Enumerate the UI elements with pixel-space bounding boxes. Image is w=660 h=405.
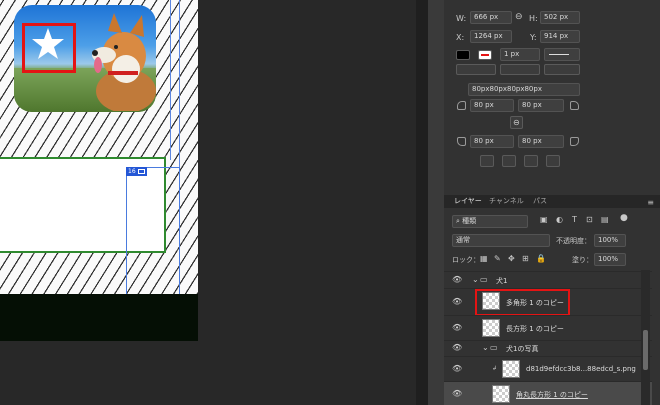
chevron-down-icon[interactable]: ⌄ <box>482 343 489 352</box>
path-op-intersect-icon[interactable] <box>524 155 538 167</box>
link-icon <box>137 169 145 174</box>
width-field[interactable]: 666 px <box>470 11 512 24</box>
opacity-field[interactable]: 100% <box>594 234 626 247</box>
stroke-swatch[interactable] <box>478 50 492 60</box>
layers-panel-tabs: レイヤー チャンネル パス ≡ <box>444 195 660 208</box>
tab-paths[interactable]: パス <box>533 195 547 208</box>
filter-toggle-icon[interactable]: ● <box>620 213 628 223</box>
height-field[interactable]: 502 px <box>540 11 580 24</box>
w-label: W: <box>456 14 467 23</box>
layer-name: 犬1の写真 <box>506 345 539 353</box>
layer-name: d81d9efdcc3b8...88edcd_s.png <box>526 365 636 373</box>
canvas-area[interactable]: 16 <box>0 0 415 405</box>
selection-label: 16 <box>126 167 147 176</box>
corner-top-left-icon <box>457 101 466 110</box>
visibility-eye-icon[interactable]: 👁 <box>452 343 462 352</box>
dog-illustration <box>92 13 156 111</box>
link-dimensions-icon[interactable]: ⊖ <box>515 12 523 22</box>
layer-row[interactable]: 👁 長方形 1 のコピー <box>444 315 652 339</box>
filter-type-icon[interactable]: T <box>572 215 577 224</box>
dark-band <box>0 294 198 341</box>
radius-bottom-right-field[interactable]: 80 px <box>518 135 564 148</box>
path-op-exclude-icon[interactable] <box>546 155 560 167</box>
filter-pixel-icon[interactable]: ▣ <box>540 215 548 224</box>
filter-smart-icon[interactable]: ▤ <box>601 215 609 224</box>
folder-icon: ▭ <box>490 343 498 352</box>
corner-radius-all-field[interactable]: 80px80px80px80px <box>468 83 580 96</box>
corner-bottom-left-icon <box>457 137 466 146</box>
fill-field[interactable]: 100% <box>594 253 626 266</box>
opacity-label: 不透明度： <box>556 237 591 245</box>
layer-thumbnail <box>482 319 500 337</box>
layers-controls: ⌕ 種類 ▣ ◐ T ⊡ ▤ ● 通常 不透明度： 100% ロック： ▦ ✎ … <box>444 209 660 269</box>
stroke-align-dropdown[interactable] <box>456 64 496 75</box>
x-label: X: <box>456 33 465 42</box>
layer-thumbnail <box>492 385 510 403</box>
lock-artboard-icon[interactable]: ⊞ <box>522 254 529 263</box>
layer-row-group[interactable]: 👁 ⌄ ▭ 犬1 <box>444 271 652 287</box>
visibility-eye-icon[interactable]: 👁 <box>452 297 462 306</box>
stroke-width-field[interactable]: 1 px <box>500 48 540 61</box>
filter-shape-icon[interactable]: ⊡ <box>586 215 593 224</box>
visibility-eye-icon[interactable]: 👁 <box>452 323 462 332</box>
lock-all-icon[interactable]: 🔒 <box>536 254 546 263</box>
radius-bottom-left-field[interactable]: 80 px <box>470 135 514 148</box>
link-corners-icon[interactable]: ⊖ <box>510 116 523 129</box>
corner-bottom-right-icon <box>570 137 579 146</box>
stroke-style-dropdown[interactable] <box>544 48 580 61</box>
corner-top-right-icon <box>570 101 579 110</box>
layer-name: 長方形 1 のコピー <box>506 325 564 333</box>
star-shape[interactable] <box>30 26 66 62</box>
tab-channels[interactable]: チャンネル <box>489 195 524 208</box>
visibility-eye-icon[interactable]: 👁 <box>452 389 462 398</box>
selection-bounds[interactable] <box>126 167 180 305</box>
fill-label: 塗り： <box>572 256 593 264</box>
layer-name: 多角形 1 のコピー <box>506 299 564 307</box>
tab-layers[interactable]: レイヤー <box>454 195 482 208</box>
h-label: H: <box>529 14 538 23</box>
visibility-eye-icon[interactable]: 👁 <box>452 364 462 373</box>
path-op-subtract-icon[interactable] <box>502 155 516 167</box>
canvas-scrollbar[interactable] <box>416 0 428 405</box>
layers-scroll-thumb[interactable] <box>643 330 648 370</box>
lock-pixels-icon[interactable]: ▦ <box>480 254 488 263</box>
visibility-eye-icon[interactable]: 👁 <box>452 275 462 284</box>
chevron-down-icon[interactable]: ⌄ <box>472 275 479 284</box>
path-op-combine-icon[interactable] <box>480 155 494 167</box>
layer-thumbnail <box>502 360 520 378</box>
radius-top-right-field[interactable]: 80 px <box>518 99 564 112</box>
layer-thumbnail <box>482 292 500 310</box>
filter-adjust-icon[interactable]: ◐ <box>556 215 563 224</box>
layer-name: 角丸長方形 1 のコピー <box>516 391 588 399</box>
fill-swatch[interactable] <box>456 50 470 60</box>
y-field[interactable]: 914 px <box>540 30 580 43</box>
radius-top-left-field[interactable]: 80 px <box>470 99 514 112</box>
layer-filter-dropdown[interactable]: ⌕ 種類 <box>452 215 528 228</box>
lock-paint-icon[interactable]: ✎ <box>494 254 501 263</box>
folder-icon: ▭ <box>480 275 488 284</box>
panel-menu-icon[interactable]: ≡ <box>647 198 654 207</box>
layer-row-group[interactable]: 👁 ⌄ ▭ 犬1の写真 <box>444 340 652 355</box>
stroke-cap-dropdown[interactable] <box>500 64 540 75</box>
layer-row[interactable]: 👁 ↲ d81d9efdcc3b8...88edcd_s.png <box>444 356 652 380</box>
layer-name: 犬1 <box>496 277 508 285</box>
layer-row[interactable]: 👁 角丸長方形 1 のコピー <box>444 381 652 405</box>
lock-position-icon[interactable]: ✥ <box>508 254 515 263</box>
layer-row-selected[interactable]: 👁 多角形 1 のコピー <box>444 288 652 316</box>
y-label: Y: <box>530 33 537 42</box>
x-field[interactable]: 1264 px <box>470 30 512 43</box>
clip-arrow-icon: ↲ <box>492 365 498 372</box>
guide-line <box>170 0 171 160</box>
lock-label: ロック： <box>452 256 480 264</box>
panel-strip <box>428 0 444 405</box>
document-canvas[interactable]: 16 <box>0 0 198 341</box>
blend-mode-dropdown[interactable]: 通常 <box>452 234 550 247</box>
stroke-join-dropdown[interactable] <box>544 64 580 75</box>
